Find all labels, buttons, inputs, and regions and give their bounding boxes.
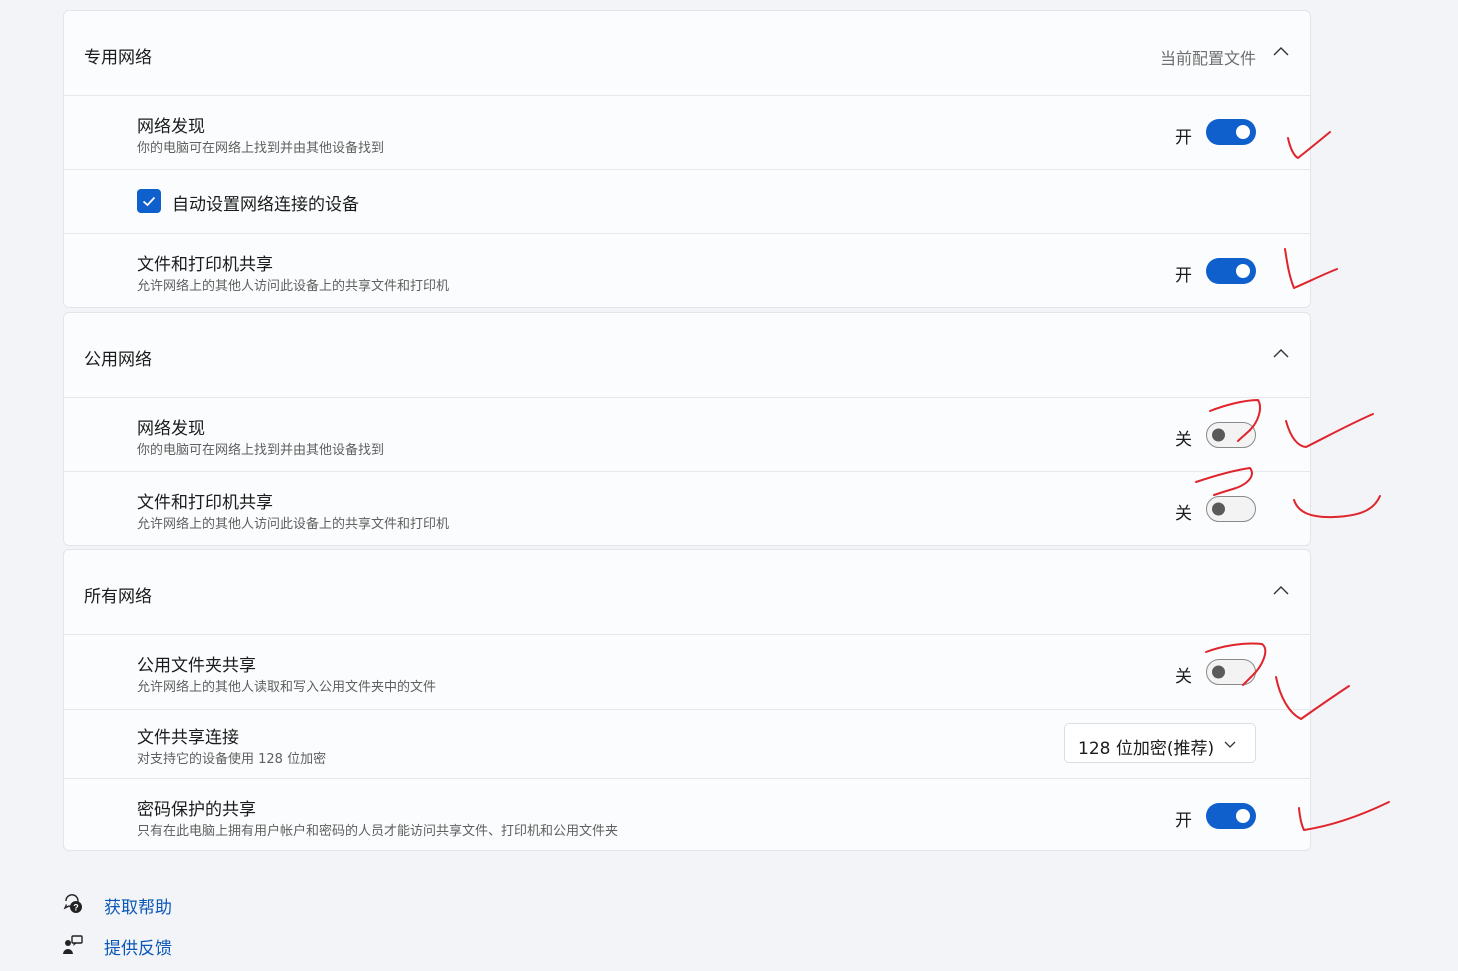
get-help-link-row[interactable]: ? 获取帮助 bbox=[62, 891, 262, 919]
row-title: 文件和打印机共享 bbox=[137, 255, 273, 275]
private-file-printer-sharing-row: 文件和打印机共享 允许网络上的其他人访问此设备上的共享文件和打印机 开 bbox=[64, 234, 1310, 307]
current-profile-label: 当前配置文件 bbox=[1159, 49, 1256, 68]
row-description: 允许网络上的其他人访问此设备上的共享文件和打印机 bbox=[137, 279, 450, 294]
public-file-printer-sharing-row: 文件和打印机共享 允许网络上的其他人访问此设备上的共享文件和打印机 关 bbox=[64, 472, 1310, 545]
toggle-state-label: 关 bbox=[1175, 504, 1192, 524]
file-sharing-connections-row: 文件共享连接 对支持它的设备使用 128 位加密 128 位加密(推荐) bbox=[64, 710, 1310, 779]
toggle-state-label: 开 bbox=[1175, 811, 1192, 831]
toggle-knob bbox=[1236, 125, 1250, 139]
give-feedback-link[interactable]: 提供反馈 bbox=[104, 934, 172, 959]
row-title: 公用文件夹共享 bbox=[137, 656, 256, 676]
private-file-printer-sharing-toggle[interactable] bbox=[1206, 258, 1256, 284]
chevron-up-icon[interactable] bbox=[1270, 44, 1292, 60]
toggle-state-label: 开 bbox=[1175, 266, 1192, 286]
encryption-dropdown[interactable]: 128 位加密(推荐) bbox=[1064, 723, 1256, 763]
auto-setup-row: 自动设置网络连接的设备 bbox=[64, 170, 1310, 234]
svg-text:?: ? bbox=[73, 903, 79, 913]
public-network-discovery-row: 网络发现 你的电脑可在网络上找到并由其他设备找到 关 bbox=[64, 398, 1310, 472]
password-protected-sharing-row: 密码保护的共享 只有在此电脑上拥有用户帐户和密码的人员才能访问共享文件、打印机和… bbox=[64, 779, 1310, 850]
row-title: 网络发现 bbox=[137, 419, 205, 439]
public-folder-sharing-row: 公用文件夹共享 允许网络上的其他人读取和写入公用文件夹中的文件 关 bbox=[64, 635, 1310, 710]
feedback-icon bbox=[63, 935, 83, 954]
all-networks-header[interactable]: 所有网络 bbox=[64, 550, 1310, 635]
toggle-state-label: 关 bbox=[1175, 430, 1192, 450]
toggle-knob bbox=[1212, 502, 1225, 516]
private-network-header[interactable]: 专用网络 当前配置文件 bbox=[64, 11, 1310, 96]
section-title: 所有网络 bbox=[84, 587, 152, 607]
checkmark-icon bbox=[142, 196, 156, 207]
row-description: 允许网络上的其他人访问此设备上的共享文件和打印机 bbox=[137, 517, 450, 532]
toggle-knob bbox=[1236, 264, 1250, 278]
password-protected-sharing-toggle[interactable] bbox=[1206, 803, 1256, 829]
row-title: 密码保护的共享 bbox=[137, 800, 256, 820]
chevron-up-icon[interactable] bbox=[1270, 583, 1292, 599]
row-description: 允许网络上的其他人读取和写入公用文件夹中的文件 bbox=[137, 680, 437, 695]
dropdown-selected-value: 128 位加密(推荐) bbox=[1078, 739, 1215, 759]
public-folder-sharing-toggle[interactable] bbox=[1206, 659, 1256, 685]
row-description: 对支持它的设备使用 128 位加密 bbox=[137, 752, 327, 767]
row-description: 你的电脑可在网络上找到并由其他设备找到 bbox=[137, 141, 385, 156]
public-network-discovery-toggle[interactable] bbox=[1206, 422, 1256, 448]
all-networks-section: 所有网络 公用文件夹共享 允许网络上的其他人读取和写入公用文件夹中的文件 关 文… bbox=[63, 549, 1311, 851]
public-file-printer-sharing-toggle[interactable] bbox=[1206, 496, 1256, 522]
chevron-up-icon[interactable] bbox=[1270, 346, 1292, 362]
section-title: 专用网络 bbox=[84, 48, 152, 68]
row-title: 网络发现 bbox=[137, 117, 205, 137]
toggle-knob bbox=[1212, 665, 1225, 679]
public-network-header[interactable]: 公用网络 bbox=[64, 313, 1310, 398]
help-icon: ? bbox=[63, 894, 82, 913]
toggle-state-label: 关 bbox=[1175, 667, 1192, 687]
private-network-section: 专用网络 当前配置文件 网络发现 你的电脑可在网络上找到并由其他设备找到 开 自… bbox=[63, 10, 1311, 308]
give-feedback-link-row[interactable]: 提供反馈 bbox=[62, 932, 262, 960]
get-help-link[interactable]: 获取帮助 bbox=[104, 893, 172, 918]
row-description: 只有在此电脑上拥有用户帐户和密码的人员才能访问共享文件、打印机和公用文件夹 bbox=[137, 824, 619, 839]
row-description: 你的电脑可在网络上找到并由其他设备找到 bbox=[137, 443, 385, 458]
row-title: 文件和打印机共享 bbox=[137, 493, 273, 513]
toggle-knob bbox=[1212, 428, 1225, 442]
row-title: 文件共享连接 bbox=[137, 728, 239, 748]
toggle-state-label: 开 bbox=[1175, 128, 1192, 148]
chevron-down-icon bbox=[1224, 741, 1236, 748]
toggle-knob bbox=[1236, 809, 1250, 823]
private-network-discovery-row: 网络发现 你的电脑可在网络上找到并由其他设备找到 开 bbox=[64, 96, 1310, 170]
private-network-discovery-toggle[interactable] bbox=[1206, 119, 1256, 145]
auto-setup-checkbox[interactable] bbox=[137, 189, 161, 213]
section-title: 公用网络 bbox=[84, 350, 152, 370]
check-mark-annotation bbox=[1298, 801, 1390, 831]
auto-setup-label: 自动设置网络连接的设备 bbox=[172, 195, 359, 215]
public-network-section: 公用网络 网络发现 你的电脑可在网络上找到并由其他设备找到 关 文件和打印机共享… bbox=[63, 312, 1311, 546]
